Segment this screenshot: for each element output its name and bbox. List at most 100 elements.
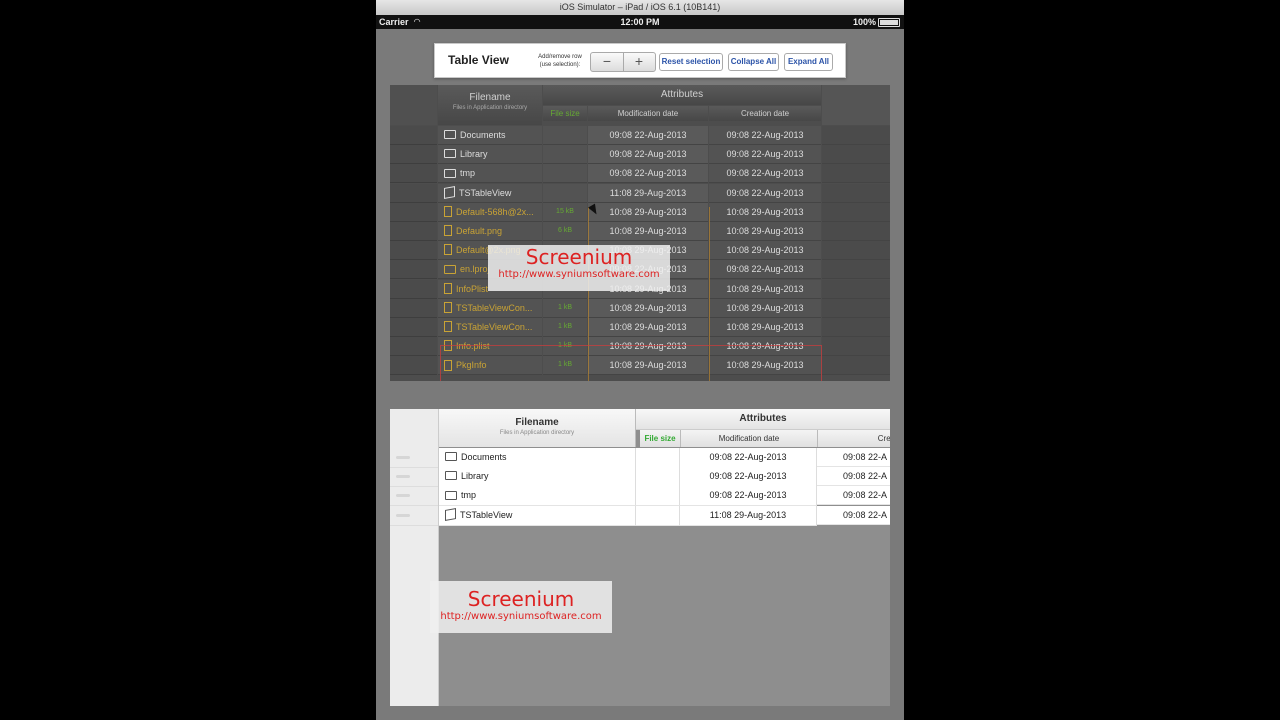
filename-header-label: Filename — [515, 417, 559, 428]
row-header-cell[interactable] — [390, 183, 437, 203]
table-row[interactable]: TSTableViewCon... 1 kB 10:08 29-Aug-2013 10… — [390, 298, 890, 318]
reset-selection-button[interactable]: Reset selection — [659, 53, 723, 71]
row-header-cell[interactable] — [390, 202, 437, 222]
table-row[interactable]: Default.png 6 kB 10:08 29-Aug-2013 10:08 29… — [390, 222, 890, 241]
filename-text: tmp — [460, 168, 476, 179]
modification-date-cell: 09:08 22-Aug-2013 — [588, 145, 708, 165]
table-row[interactable]: Library 09:08 22-Aug-2013 09:08 22-A — [439, 467, 890, 488]
table-view-light: Filename Files in Application directory … — [390, 409, 890, 706]
filename-cell: Documents — [439, 448, 636, 468]
row-filler-cell — [822, 126, 890, 145]
row-header-cell[interactable] — [390, 318, 437, 337]
column-header-file-size[interactable]: File size — [640, 430, 681, 447]
folder-icon — [444, 264, 456, 274]
table-row[interactable]: TSTableViewCon... 1 kB 10:08 29-Aug-2013 10… — [390, 318, 890, 337]
table-row[interactable]: Library 09:08 22-Aug-2013 09:08 22-Aug-201… — [390, 145, 890, 165]
folder-icon — [445, 490, 457, 500]
creation-date-cell: 09:08 22-A — [817, 467, 890, 487]
modification-date-cell: 09:08 22-Aug-2013 — [588, 164, 708, 184]
file-icon — [444, 301, 452, 313]
filename-cell: tmp — [439, 486, 636, 507]
column-header-modification-date[interactable]: Modification date — [588, 106, 708, 121]
table-row[interactable]: Documents 09:08 22-Aug-2013 09:08 22-A — [439, 448, 890, 468]
row-header-cell[interactable] — [390, 486, 438, 507]
row-header-cell[interactable] — [390, 164, 437, 184]
column-header-creation-date[interactable]: Creation — [818, 430, 890, 447]
remove-row-button[interactable]: − — [591, 53, 624, 71]
modification-date-cell: 10:08 29-Aug-2013 — [588, 356, 708, 376]
row-header-cell[interactable] — [390, 337, 437, 357]
column-header-filename[interactable]: Filename Files in Application directory — [438, 85, 542, 125]
creation-date-cell: 10:08 29-Aug-2013 — [709, 241, 821, 261]
expand-all-button[interactable]: Expand All — [784, 53, 833, 71]
watermark-brand: Screenium — [525, 245, 633, 269]
table-row[interactable]: tmp 09:08 22-Aug-2013 09:08 22-A — [439, 486, 890, 507]
table-row[interactable]: tmp 09:08 22-Aug-2013 09:08 22-Aug-2013 — [390, 164, 890, 184]
row-header-cell[interactable] — [390, 298, 437, 318]
file-icon — [444, 205, 452, 217]
window-title: iOS Simulator – iPad / iOS 6.1 (10B141) — [559, 2, 721, 12]
file-size-cell: 1 kB — [543, 337, 587, 357]
drag-handle-icon[interactable] — [396, 513, 410, 517]
folder-icon — [445, 452, 457, 462]
table-row[interactable]: PkgInfo 1 kB 10:08 29-Aug-2013 10:08 29-Aug… — [390, 356, 890, 376]
filename-cell: TSTableViewCon... — [438, 298, 542, 318]
creation-date-cell: 10:08 29-Aug-2013 — [709, 298, 821, 318]
filename-cell: TSTableViewCon... — [438, 318, 542, 337]
filename-cell: Default-568h@2x... — [438, 202, 542, 222]
row-header-cell[interactable] — [390, 241, 437, 261]
row-header-cell[interactable] — [390, 145, 437, 165]
table-row[interactable]: Info.plist 1 kB 10:08 29-Aug-2013 10:08 29-… — [390, 337, 890, 357]
drag-handle-icon[interactable] — [396, 475, 410, 479]
filename-cell: Library — [438, 145, 542, 165]
column-header-attributes[interactable]: Attributes — [636, 409, 890, 430]
row-header-cell[interactable] — [390, 126, 437, 145]
window-title-bar: iOS Simulator – iPad / iOS 6.1 (10B141) — [376, 0, 904, 16]
row-filler-cell — [822, 183, 890, 203]
collapse-all-button[interactable]: Collapse All — [728, 53, 779, 71]
drag-handle-icon[interactable] — [396, 494, 410, 498]
modification-date-cell: 10:08 29-Aug-2013 — [588, 298, 708, 318]
modification-date-cell: 10:08 29-Aug-2013 — [588, 202, 708, 222]
table-row[interactable]: TSTableView 11:08 29-Aug-2013 09:08 22-A — [439, 505, 890, 526]
battery-percent: 100% — [852, 17, 876, 27]
row-header-cell[interactable] — [390, 467, 438, 488]
filename-text: InfoPlist — [456, 283, 489, 294]
row-header-cell[interactable] — [390, 448, 438, 468]
row-filler-cell — [822, 241, 890, 261]
row-header-cell[interactable] — [390, 506, 438, 526]
folder-icon — [444, 168, 456, 178]
add-remove-label-line2: (use selection): — [539, 62, 581, 68]
column-header-filename[interactable]: Filename Files in Application directory — [439, 409, 636, 447]
file-icon — [444, 340, 452, 352]
row-filler-cell — [822, 202, 890, 222]
column-header-file-size[interactable]: File size — [543, 106, 587, 121]
filename-text: Library — [460, 149, 488, 160]
row-header-cell[interactable] — [390, 222, 437, 241]
filename-header-sublabel: Files in Application directory — [452, 105, 528, 111]
filename-text: en.lproj — [460, 264, 490, 275]
creation-date-cell: 10:08 29-Aug-2013 — [709, 222, 821, 241]
column-header-creation-date[interactable]: Creation date — [709, 106, 821, 121]
row-header-cell[interactable] — [390, 356, 437, 376]
creation-date-cell: 09:08 22-Aug-2013 — [709, 145, 821, 165]
add-remove-label-line1: Add/remove row — [538, 54, 582, 60]
column-header-modification-date[interactable]: Modification date — [681, 430, 818, 447]
table-row[interactable]: TSTableView 11:08 29-Aug-2013 09:08 22-Aug… — [390, 183, 890, 203]
filename-text: TSTableViewCon... — [456, 302, 533, 313]
add-remove-stepper: − + — [590, 52, 656, 72]
modification-date-cell: 11:08 29-Aug-2013 — [588, 183, 708, 203]
row-header-cell[interactable] — [390, 260, 437, 280]
file-size-cell — [543, 126, 587, 145]
drag-handle-icon[interactable] — [396, 456, 410, 459]
file-icon — [444, 321, 452, 333]
table-row[interactable]: Documents 09:08 22-Aug-2013 09:08 22-Aug-2… — [390, 126, 890, 145]
filename-text: Default-568h@2x... — [456, 206, 534, 217]
watermark-top: Screenium http://www.syniumsoftware.com — [488, 245, 670, 291]
file-size-cell — [636, 486, 680, 507]
table-row[interactable]: Default-568h@2x... 15 kB 10:08 29-Aug-2013… — [390, 202, 890, 222]
add-row-button[interactable]: + — [623, 53, 655, 71]
column-header-attributes[interactable]: Attributes — [543, 85, 821, 105]
row-header-cell[interactable] — [390, 279, 437, 299]
filename-cell: Info.plist — [438, 337, 542, 357]
